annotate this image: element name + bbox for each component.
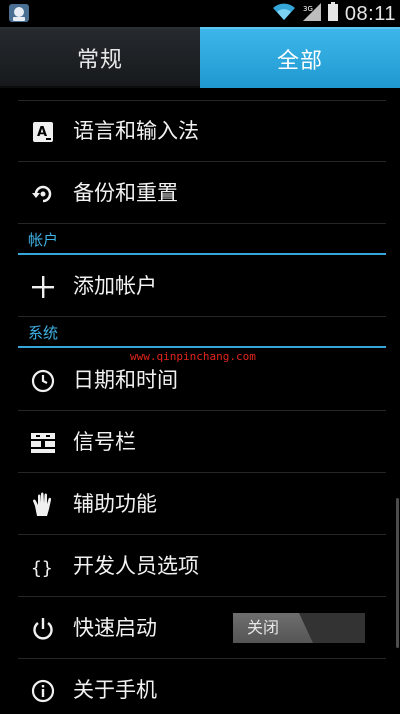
wifi-icon (271, 2, 297, 26)
settings-item-label: 快速启动 (73, 616, 157, 640)
settings-item-developer-options[interactable]: {} 开发人员选项 (18, 536, 386, 597)
signal-bar-icon (30, 430, 56, 456)
settings-list[interactable]: A 语言和输入法 备份和重置 帐户 添加帐户 系统 www.qinpinchan… (0, 88, 400, 714)
settings-item-about-phone[interactable]: 关于手机 (18, 660, 386, 714)
tab-all[interactable]: 全部 (200, 27, 400, 88)
settings-item-label: 备份和重置 (73, 181, 178, 205)
language-keyboard-icon: A (30, 119, 56, 145)
section-title: 帐户 (28, 231, 59, 249)
backup-restore-icon (30, 181, 56, 207)
tab-bar: 常规 全部 (0, 27, 400, 88)
status-bar: 3G 08:11 (0, 0, 400, 27)
settings-item-language-input[interactable]: A 语言和输入法 (18, 101, 386, 162)
clock-icon (30, 368, 56, 394)
quick-boot-toggle[interactable]: 关闭 (233, 613, 365, 643)
section-header-system: 系统 (18, 322, 386, 348)
settings-item-label: 辅助功能 (73, 492, 157, 516)
status-time: 08:11 (344, 2, 396, 25)
settings-item-label: 关于手机 (73, 678, 157, 702)
svg-text:{}: {} (31, 558, 53, 579)
settings-item-signal-bar[interactable]: 信号栏 (18, 412, 386, 473)
settings-item-backup-reset[interactable]: 备份和重置 (18, 163, 386, 224)
plus-icon (30, 274, 56, 300)
scrollbar[interactable] (396, 498, 399, 648)
settings-item-label: 日期和时间 (73, 368, 178, 392)
battery-icon (327, 2, 339, 26)
settings-item-quick-boot[interactable]: 快速启动 关闭 (18, 598, 386, 659)
settings-item-add-account[interactable]: 添加帐户 (18, 256, 386, 317)
section-header-accounts: 帐户 (18, 229, 386, 255)
signal-icon: 3G (301, 2, 323, 26)
svg-text:A: A (37, 125, 47, 140)
notification-app-icon (8, 3, 30, 23)
status-icons: 3G 08:11 (271, 2, 396, 26)
hand-icon (30, 492, 56, 518)
tab-general[interactable]: 常规 (0, 27, 200, 88)
settings-item-date-time[interactable]: 日期和时间 (18, 350, 386, 411)
info-icon (30, 678, 56, 704)
toggle-state-label: 关闭 (247, 618, 280, 637)
braces-icon: {} (30, 554, 56, 580)
settings-item-label: 信号栏 (73, 430, 136, 454)
svg-text:3G: 3G (303, 5, 313, 13)
settings-item-label: 开发人员选项 (73, 554, 199, 578)
settings-item-accessibility[interactable]: 辅助功能 (18, 474, 386, 535)
section-title: 系统 (28, 324, 59, 342)
settings-item-label: 语言和输入法 (73, 119, 199, 143)
settings-item-label: 添加帐户 (73, 274, 157, 298)
power-icon (30, 616, 56, 642)
